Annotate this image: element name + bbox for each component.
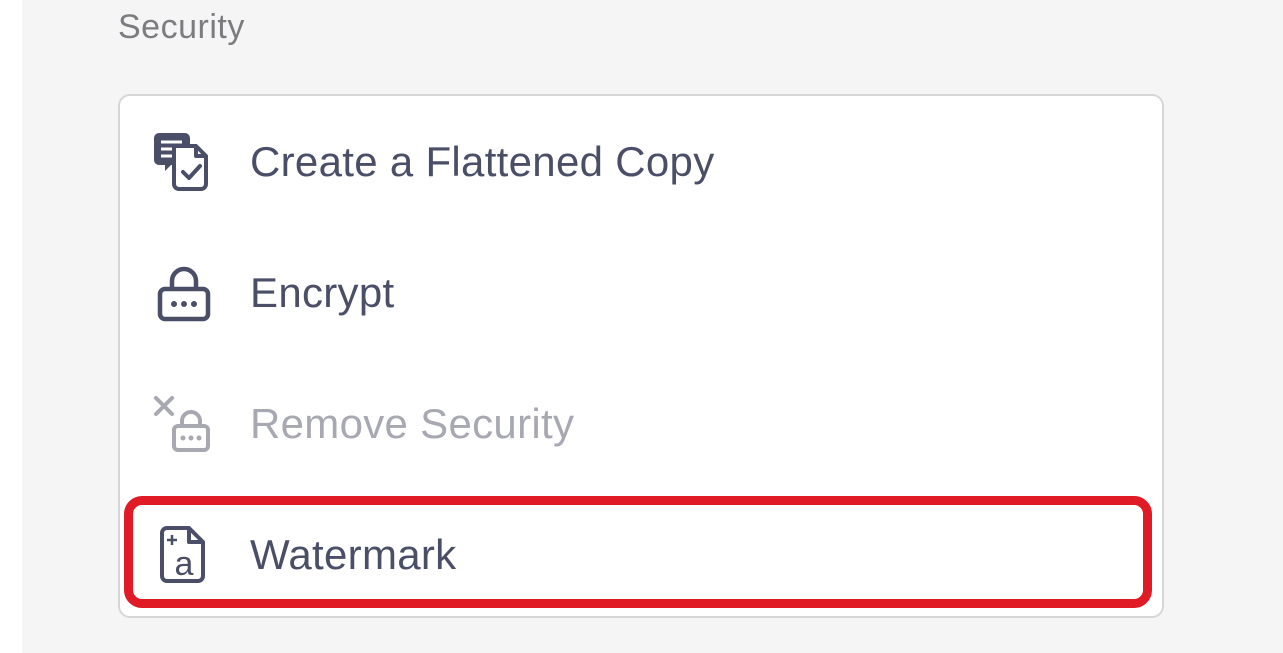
menu-item-create-flattened-copy[interactable]: Create a Flattened Copy: [120, 96, 1162, 227]
security-menu: Create a Flattened Copy Encrypt Remove S…: [118, 94, 1164, 618]
section-title: Security: [118, 8, 245, 46]
menu-item-label: Watermark: [250, 530, 457, 578]
svg-text:a: a: [175, 545, 194, 583]
flattened-copy-icon: [150, 128, 218, 196]
settings-panel: Security Create a Flattened Copy Encrypt…: [22, 0, 1283, 653]
menu-item-label: Encrypt: [250, 268, 395, 316]
menu-item-encrypt[interactable]: Encrypt: [120, 227, 1162, 358]
menu-item-watermark[interactable]: a Watermark: [120, 489, 1162, 620]
remove-lock-icon: [150, 390, 218, 458]
lock-icon: [150, 259, 218, 327]
menu-item-label: Remove Security: [250, 399, 575, 447]
menu-item-label: Create a Flattened Copy: [250, 137, 715, 185]
watermark-icon: a: [150, 521, 218, 589]
menu-item-remove-security[interactable]: Remove Security: [120, 358, 1162, 489]
